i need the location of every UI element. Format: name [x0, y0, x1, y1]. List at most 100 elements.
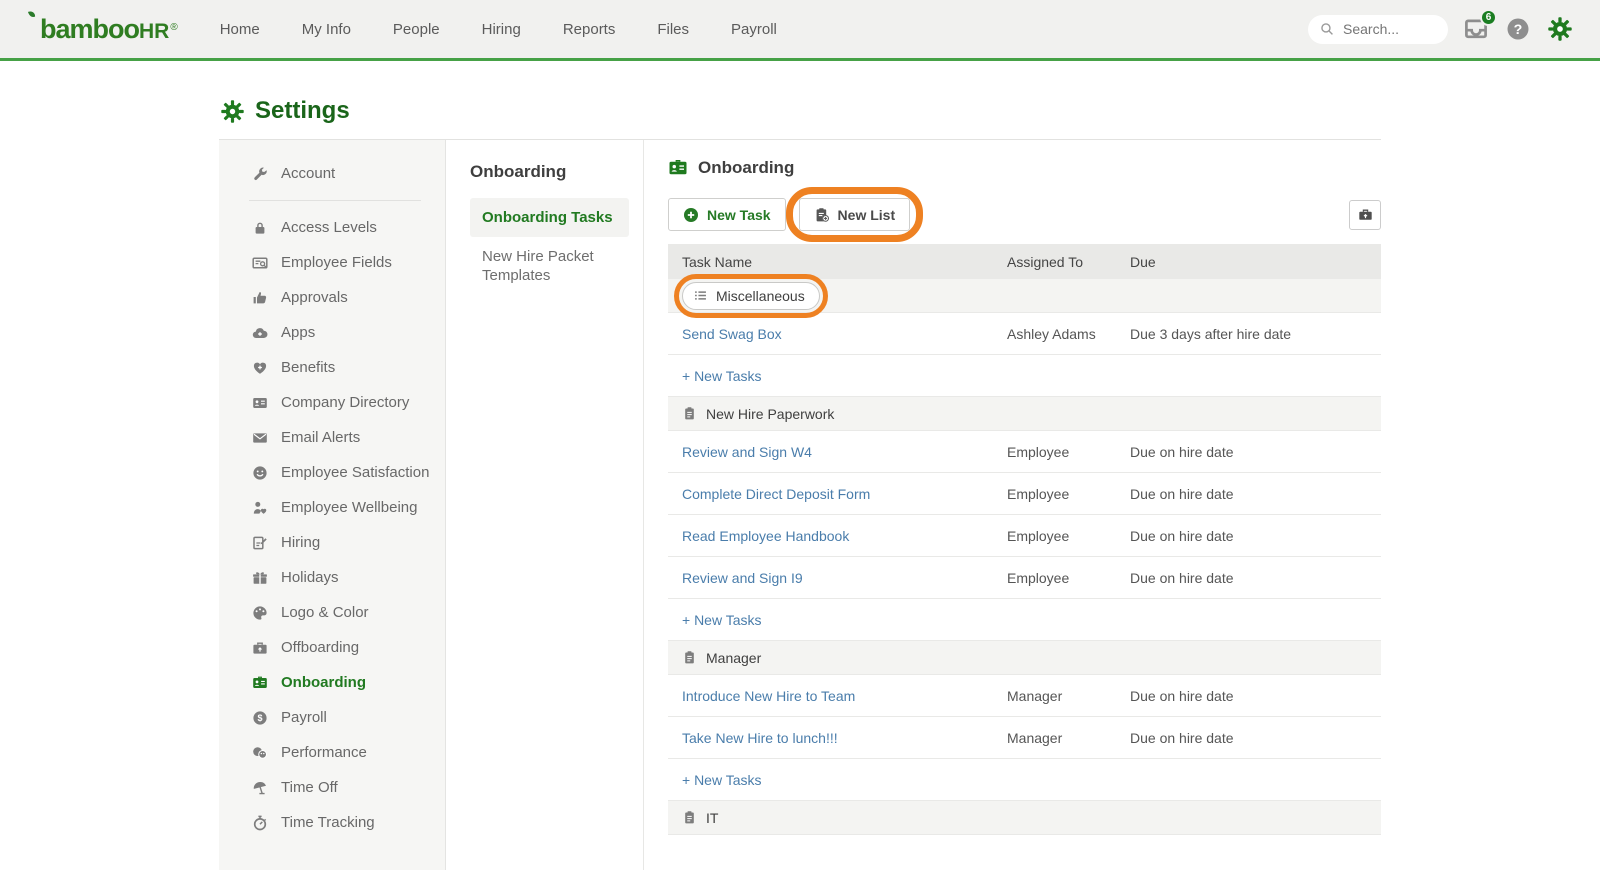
sidebar-item-offboarding[interactable]: Offboarding — [219, 630, 445, 665]
lock-icon — [252, 220, 268, 236]
wrench-icon — [252, 166, 268, 182]
nav-item-reports[interactable]: Reports — [563, 21, 616, 38]
clipboard-plus-icon — [814, 207, 830, 223]
new-tasks-link[interactable]: + New Tasks — [682, 368, 762, 384]
notifications-button[interactable]: 6 — [1462, 15, 1490, 43]
sidebar-item-apps[interactable]: Apps — [219, 315, 445, 350]
task-group-row-miscellaneous[interactable]: Miscellaneous — [668, 279, 1381, 313]
sidebar-item-access-levels[interactable]: Access Levels — [219, 210, 445, 245]
task-link-review-and-sign-i9[interactable]: Review and Sign I9 — [682, 570, 803, 586]
settings-header: Settings — [219, 61, 1381, 139]
task-row: Introduce New Hire to Team Manager Due o… — [668, 675, 1381, 717]
table-header-row: Task Name Assigned To Due — [668, 244, 1381, 279]
group-annotation-wrap: Miscellaneous — [682, 282, 820, 310]
gift-icon — [252, 570, 268, 586]
sidebar-item-label: Email Alerts — [281, 429, 360, 446]
nav-item-hiring[interactable]: Hiring — [482, 21, 521, 38]
list-icon — [693, 288, 708, 303]
briefcase-arrow-icon — [1358, 207, 1373, 222]
group-pill: Miscellaneous — [682, 282, 820, 310]
task-row: Send Swag Box Ashley Adams Due 3 days af… — [668, 313, 1381, 355]
stopwatch-icon — [252, 815, 268, 831]
sidebar-item-holidays[interactable]: Holidays — [219, 560, 445, 595]
sidebar-item-employee-satisfaction[interactable]: Employee Satisfaction — [219, 455, 445, 490]
subnav-items: Onboarding TasksNew Hire Packet Template… — [470, 198, 629, 297]
due: Due on hire date — [1130, 444, 1381, 460]
group-name: Manager — [706, 650, 761, 666]
suitcase-out-icon — [252, 640, 268, 656]
sidebar-item-label: Benefits — [281, 359, 335, 376]
new-list-annotation-wrap: New List — [799, 198, 911, 231]
sidebar-item-hiring[interactable]: Hiring — [219, 525, 445, 560]
sidebar-item-performance[interactable]: Performance — [219, 735, 445, 770]
new-task-button[interactable]: New Task — [668, 198, 786, 231]
group-name: New Hire Paperwork — [706, 406, 834, 422]
settings-button[interactable] — [1546, 15, 1574, 43]
sidebar-item-company-directory[interactable]: Company Directory — [219, 385, 445, 420]
subnav-item-onboarding-tasks[interactable]: Onboarding Tasks — [470, 198, 629, 237]
task-link-complete-direct-deposit-form[interactable]: Complete Direct Deposit Form — [682, 486, 870, 502]
sidebar-item-label: Employee Satisfaction — [281, 464, 429, 481]
sidebar-item-time-tracking[interactable]: Time Tracking — [219, 805, 445, 840]
idcard-icon — [252, 395, 268, 411]
sidebar-item-email-alerts[interactable]: Email Alerts — [219, 420, 445, 455]
settings-gear-icon — [221, 100, 244, 123]
column-assigned-to: Assigned To — [1007, 254, 1130, 270]
sidebar-item-benefits[interactable]: Benefits — [219, 350, 445, 385]
main-title: Onboarding — [698, 158, 794, 178]
thumb-icon — [252, 290, 268, 306]
assigned-to: Employee — [1007, 486, 1130, 502]
sidebar-item-employee-wellbeing[interactable]: Employee Wellbeing — [219, 490, 445, 525]
search-input[interactable] — [1341, 20, 1436, 38]
new-tasks-link[interactable]: + New Tasks — [682, 612, 762, 628]
smiley-icon — [252, 465, 268, 481]
onboarding-icon — [668, 158, 688, 178]
task-link-read-employee-handbook[interactable]: Read Employee Handbook — [682, 528, 849, 544]
nav-item-home[interactable]: Home — [220, 21, 260, 38]
task-link-send-swag-box[interactable]: Send Swag Box — [682, 326, 782, 342]
nav-item-payroll[interactable]: Payroll — [731, 21, 777, 38]
nav-item-files[interactable]: Files — [657, 21, 689, 38]
subnav-item-new-hire-packet-templates[interactable]: New Hire Packet Templates — [470, 237, 629, 297]
task-link-introduce-new-hire-to-team[interactable]: Introduce New Hire to Team — [682, 688, 855, 704]
registered-mark: ® — [170, 22, 177, 33]
global-search[interactable] — [1308, 15, 1448, 44]
heart-icon — [252, 360, 268, 376]
export-tasks-button[interactable] — [1349, 200, 1381, 230]
help-button[interactable]: ? — [1504, 15, 1532, 43]
sidebar-item-employee-fields[interactable]: Employee Fields — [219, 245, 445, 280]
primary-nav: Home My Info People Hiring Reports Files Payro… — [220, 21, 777, 38]
new-tasks-link[interactable]: + New Tasks — [682, 772, 762, 788]
sidebar-item-logo-color[interactable]: Logo & Color — [219, 595, 445, 630]
notification-badge: 6 — [1480, 9, 1497, 26]
new-list-label: New List — [838, 207, 896, 223]
idbadge-icon — [252, 675, 268, 691]
task-row: Review and Sign W4 Employee Due on hire … — [668, 431, 1381, 473]
task-group-row-manager[interactable]: Manager — [668, 641, 1381, 675]
dollar-icon: $ — [252, 710, 268, 726]
sidebar-item-approvals[interactable]: Approvals — [219, 280, 445, 315]
task-group-row-it[interactable]: IT — [668, 801, 1381, 835]
bamboohr-logo[interactable]: bamboo HR ® — [40, 14, 178, 45]
sidebar-item-time-off[interactable]: Time Off — [219, 770, 445, 805]
sidebar-item-account[interactable]: Account — [219, 156, 445, 191]
topnav-right: 6 ? — [1308, 15, 1574, 44]
due: Due 3 days after hire date — [1130, 326, 1381, 342]
sidebar-item-onboarding[interactable]: Onboarding — [219, 665, 445, 700]
task-link-take-new-hire-to-lunch[interactable]: Take New Hire to lunch!!! — [682, 730, 838, 746]
nav-item-my-info[interactable]: My Info — [302, 21, 351, 38]
hiring-icon — [252, 535, 268, 551]
sidebar-item-label: Performance — [281, 744, 367, 761]
task-group-row-new-hire-paperwork[interactable]: New Hire Paperwork — [668, 397, 1381, 431]
toolbar: New Task New List — [668, 198, 1381, 231]
svg-text:$: $ — [257, 713, 262, 723]
task-row: Review and Sign I9 Employee Due on hire … — [668, 557, 1381, 599]
sidebar-item-label: Payroll — [281, 709, 327, 726]
question-icon: ? — [1506, 17, 1530, 41]
nav-item-people[interactable]: People — [393, 21, 440, 38]
sidebar-item-payroll[interactable]: $ Payroll — [219, 700, 445, 735]
new-list-button[interactable]: New List — [799, 198, 911, 231]
task-link-review-and-sign-w4[interactable]: Review and Sign W4 — [682, 444, 812, 460]
sidebar-item-label: Employee Fields — [281, 254, 392, 271]
due: Due on hire date — [1130, 570, 1381, 586]
